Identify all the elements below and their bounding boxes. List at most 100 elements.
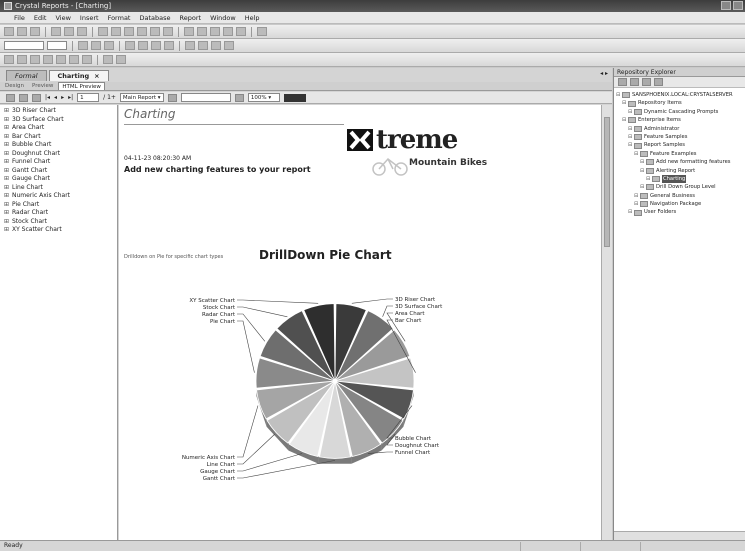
repository-tree-item[interactable]: ⊟ Dynamic Cascading Prompts xyxy=(616,108,743,116)
minimize-button[interactable] xyxy=(721,1,731,10)
expand-icon[interactable]: ⊞ xyxy=(4,116,10,125)
print-icon[interactable] xyxy=(19,93,28,102)
pie-slice-label[interactable]: Pie Chart xyxy=(210,319,236,325)
field-explorer-icon[interactable] xyxy=(210,27,220,36)
expand-icon[interactable]: ⊞ xyxy=(4,167,10,176)
filter-icon[interactable] xyxy=(654,78,663,86)
border-icon[interactable] xyxy=(198,41,208,50)
repository-tree-item[interactable]: ⊟ Feature Examples xyxy=(616,150,743,158)
expand-icon[interactable]: ⊞ xyxy=(4,124,10,133)
expand-icon[interactable]: ⊞ xyxy=(4,201,10,210)
menu-edit[interactable]: Edit xyxy=(34,14,47,22)
italic-icon[interactable] xyxy=(91,41,101,50)
menu-database[interactable]: Database xyxy=(139,14,170,22)
font-select[interactable] xyxy=(4,41,44,50)
open-icon[interactable] xyxy=(17,27,27,36)
print-icon[interactable] xyxy=(51,27,61,36)
tab-scroll-arrows-icon[interactable]: ◂ ▸ xyxy=(600,70,608,77)
expand-icon[interactable]: ⊞ xyxy=(4,141,10,150)
repository-tree-item[interactable]: ⊟ Drill Down Group Level xyxy=(616,183,743,191)
preview-icon[interactable] xyxy=(64,27,74,36)
group-tree-item[interactable]: ⊞ Line Chart xyxy=(4,184,113,193)
refresh-icon[interactable] xyxy=(167,93,177,102)
repository-tree-item[interactable]: ⊟ Navigation Package xyxy=(616,200,743,208)
align-center-icon[interactable] xyxy=(138,41,148,50)
insert-box-icon[interactable] xyxy=(116,55,126,64)
group-tree-item[interactable]: ⊞ Funnel Chart xyxy=(4,158,113,167)
insert-summary-icon[interactable] xyxy=(30,55,40,64)
next-page-icon[interactable]: ▸ xyxy=(61,94,64,101)
report-explorer-icon[interactable] xyxy=(223,27,233,36)
undo-icon[interactable] xyxy=(150,27,160,36)
copy-icon[interactable] xyxy=(111,27,121,36)
pie-slice-label[interactable]: Numeric Axis Chart xyxy=(182,455,236,461)
pie-slice-label[interactable]: Bubble Chart xyxy=(395,436,432,442)
close-button[interactable] xyxy=(733,1,743,10)
menu-format[interactable]: Format xyxy=(108,14,131,22)
tab-design[interactable]: Design xyxy=(2,82,27,90)
repository-tree-item[interactable]: ⊟ Alerting Report xyxy=(616,167,743,175)
close-tab-icon[interactable]: × xyxy=(94,72,99,80)
repository-explorer-icon[interactable] xyxy=(236,27,246,36)
insert-crosstab-icon[interactable] xyxy=(43,55,53,64)
align-left-icon[interactable] xyxy=(125,41,135,50)
menu-view[interactable]: View xyxy=(55,14,70,22)
prev-page-icon[interactable]: ◂ xyxy=(54,94,57,101)
insert-map-icon[interactable] xyxy=(69,55,79,64)
pie-slice-label[interactable]: Funnel Chart xyxy=(395,450,431,456)
repository-tree-item[interactable]: ⊟ SANSPHOENIX.LOCAL:CRYSTALSERVER xyxy=(616,91,743,99)
pie-slice-label[interactable]: Area Chart xyxy=(395,311,425,317)
justify-icon[interactable] xyxy=(164,41,174,50)
save-icon[interactable] xyxy=(30,27,40,36)
cut-icon[interactable] xyxy=(98,27,108,36)
menu-help[interactable]: Help xyxy=(245,14,260,22)
expand-icon[interactable]: ⊞ xyxy=(4,175,10,184)
expand-icon[interactable]: ⊞ xyxy=(4,107,10,116)
repository-tree-item[interactable]: ⊟ Charting xyxy=(616,174,743,184)
group-expert-icon[interactable] xyxy=(197,27,207,36)
pie-slice-label[interactable]: 3D Riser Chart xyxy=(395,297,436,303)
search-icon[interactable] xyxy=(234,93,244,102)
expand-icon[interactable]: ⊞ xyxy=(4,158,10,167)
menu-insert[interactable]: Insert xyxy=(80,14,99,22)
group-tree-item[interactable]: ⊞ Stock Chart xyxy=(4,218,113,227)
pie-slice-label[interactable]: Gauge Chart xyxy=(200,469,236,475)
delete-icon[interactable] xyxy=(642,78,651,86)
group-tree-item[interactable]: ⊞ Pie Chart xyxy=(4,201,113,210)
repository-tree-item[interactable]: ⊟ Repository Items xyxy=(616,99,743,107)
format-painter-icon[interactable] xyxy=(137,27,147,36)
group-tree-item[interactable]: ⊞ Radar Chart xyxy=(4,209,113,218)
expand-icon[interactable]: ⊞ xyxy=(4,184,10,193)
group-tree-item[interactable]: ⊞ Bubble Chart xyxy=(4,141,113,150)
tab-preview[interactable]: Preview xyxy=(29,82,56,90)
export-icon[interactable] xyxy=(6,93,15,102)
insert-line-icon[interactable] xyxy=(103,55,113,64)
insert-group-icon[interactable] xyxy=(17,55,27,64)
first-page-icon[interactable]: |◂ xyxy=(45,94,50,101)
expand-icon[interactable]: ⊞ xyxy=(4,226,10,235)
redo-icon[interactable] xyxy=(163,27,173,36)
menu-file[interactable]: File xyxy=(14,14,25,22)
menu-report[interactable]: Report xyxy=(180,14,202,22)
menu-window[interactable]: Window xyxy=(210,14,236,22)
report-select[interactable]: Main Report ▾ xyxy=(119,93,164,102)
pie-slice-label[interactable]: XY Scatter Chart xyxy=(189,298,235,304)
pie-slice-label[interactable]: 3D Surface Chart xyxy=(395,304,443,310)
group-tree-item[interactable]: ⊞ 3D Riser Chart xyxy=(4,107,113,116)
report-vertical-scrollbar[interactable] xyxy=(601,105,612,546)
pie-slice-label[interactable]: Radar Chart xyxy=(202,312,236,318)
tab-html-preview[interactable]: HTML Preview xyxy=(58,82,105,90)
group-tree-item[interactable]: ⊞ Numeric Axis Chart xyxy=(4,192,113,201)
doc-tab-charting[interactable]: Charting × xyxy=(48,70,109,81)
toggle-group-tree-icon[interactable] xyxy=(32,93,41,102)
currency-icon[interactable] xyxy=(211,41,221,50)
group-tree-item[interactable]: ⊞ Gantt Chart xyxy=(4,167,113,176)
change-view-icon[interactable] xyxy=(618,78,627,86)
repository-tree-item[interactable]: ⊟ User Folders xyxy=(616,208,743,216)
paste-icon[interactable] xyxy=(124,27,134,36)
underline-icon[interactable] xyxy=(104,41,114,50)
insert-picture-icon[interactable] xyxy=(82,55,92,64)
group-tree-item[interactable]: ⊞ Gauge Chart xyxy=(4,175,113,184)
help-icon[interactable] xyxy=(257,27,267,36)
scrollbar-thumb[interactable] xyxy=(604,117,610,247)
